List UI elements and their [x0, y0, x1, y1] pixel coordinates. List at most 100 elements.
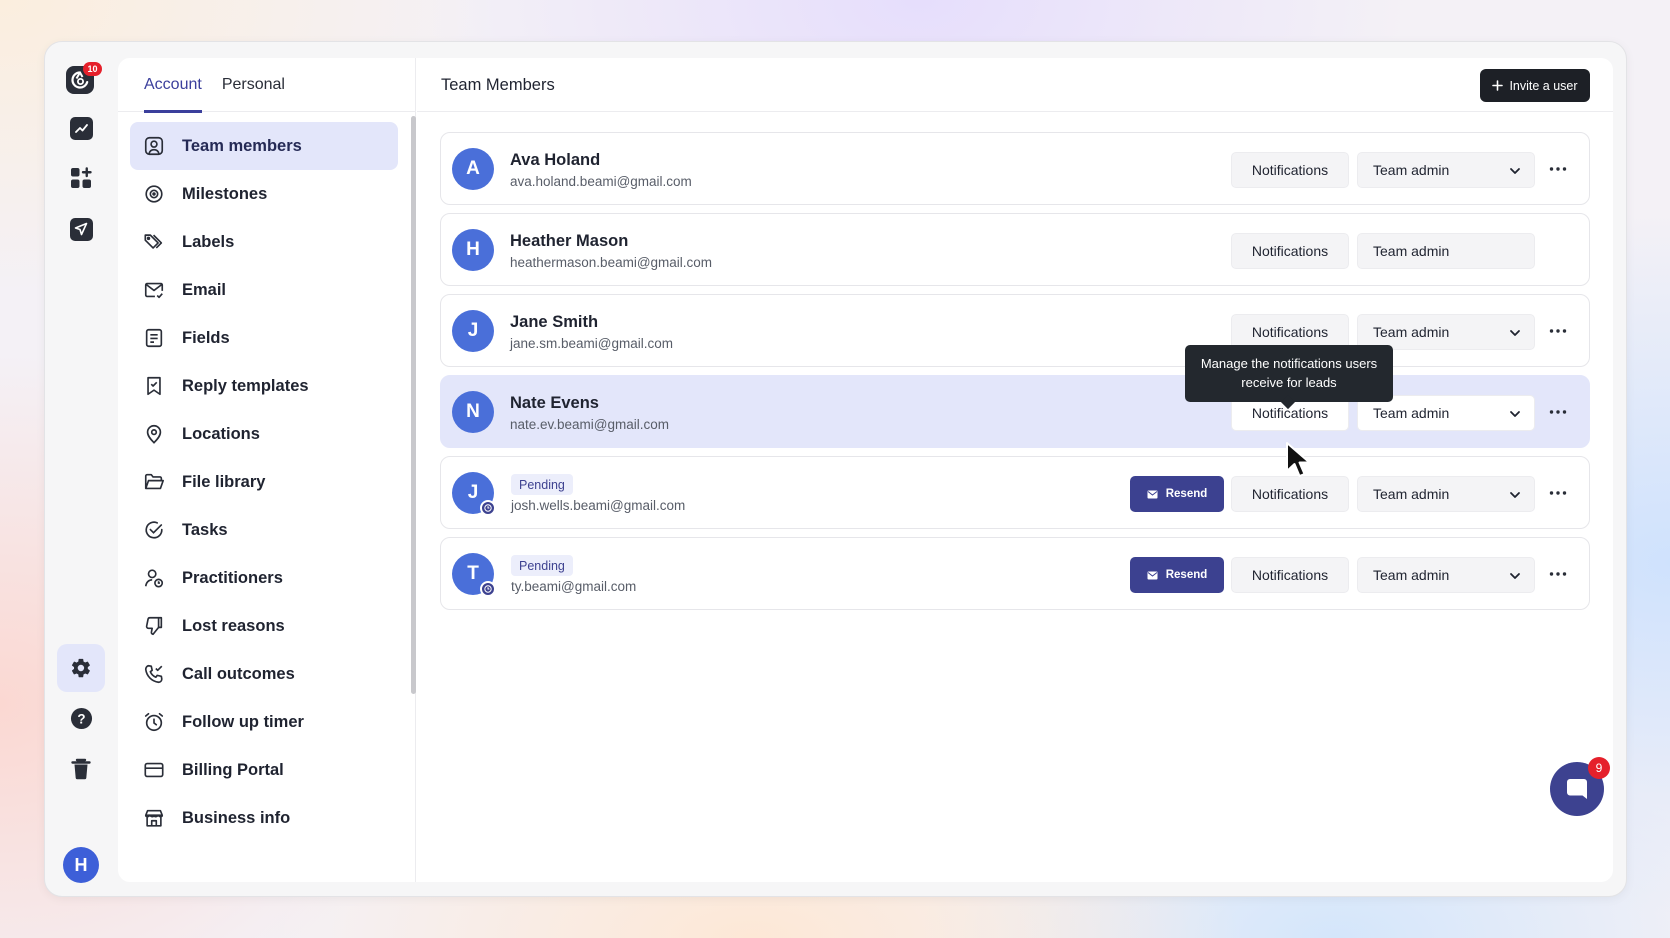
member-row: A Ava Holand ava.holand.beami@gmail.com … — [440, 132, 1590, 205]
notifications-button[interactable]: Notifications — [1231, 152, 1349, 188]
chevron-down-icon — [1510, 330, 1520, 336]
apps-icon — [71, 167, 92, 188]
store-icon — [142, 806, 166, 830]
sidebar-item-email[interactable]: Email — [130, 266, 398, 314]
form-icon — [142, 326, 166, 350]
member-avatar: J — [452, 310, 494, 352]
sidebar-item-label: Reply templates — [182, 376, 309, 395]
chevron-down-icon — [1510, 573, 1520, 579]
role-value: Team admin — [1373, 243, 1450, 259]
sidebar-item-file-library[interactable]: File library — [130, 458, 398, 506]
sidebar-item-follow-up-timer[interactable]: Follow up timer — [130, 698, 398, 746]
sidebar-item-label: Labels — [182, 232, 235, 251]
invite-user-label: Invite a user — [1509, 78, 1578, 93]
app-window: 10 ? H Account Personal Team members Mil… — [44, 41, 1627, 897]
icon-rail: 10 ? H — [45, 42, 117, 896]
sidebar-item-fields[interactable]: Fields — [130, 314, 398, 362]
pending-badge: Pending — [511, 474, 573, 495]
invite-user-button[interactable]: Invite a user — [1480, 69, 1590, 102]
more-horizontal-icon — [1549, 410, 1567, 414]
sidebar-item-label: Tasks — [182, 520, 228, 539]
more-options-button[interactable] — [1546, 564, 1570, 584]
more-options-button[interactable] — [1546, 321, 1570, 341]
target-icon — [142, 182, 166, 206]
settings-card: Account Personal Team members Milestones… — [118, 58, 1613, 882]
sidebar-item-label: Lost reasons — [182, 616, 285, 635]
notifications-button[interactable]: Notifications — [1231, 476, 1349, 512]
chevron-down-icon — [1510, 168, 1520, 174]
role-select[interactable]: Team admin — [1357, 152, 1535, 188]
member-email: ty.beami@gmail.com — [511, 579, 637, 594]
member-name: Ava Holand — [510, 151, 601, 169]
sidebar-item-practitioners[interactable]: Practitioners — [130, 554, 398, 602]
chat-icon — [1567, 779, 1587, 799]
sidebar-item-business-info[interactable]: Business info — [130, 794, 398, 842]
clock-icon — [480, 581, 496, 597]
sidebar-item-label: Follow up timer — [182, 712, 304, 731]
app-logo[interactable]: 10 — [66, 62, 102, 96]
mail-icon — [1147, 571, 1158, 579]
rail-apps-button[interactable] — [57, 154, 105, 202]
credit-card-icon — [142, 758, 166, 782]
sidebar-item-label: Locations — [182, 424, 260, 443]
member-email: nate.ev.beami@gmail.com — [510, 417, 670, 432]
rail-campaigns-button[interactable] — [57, 205, 105, 253]
sidebar-scrollbar[interactable] — [411, 116, 416, 694]
role-select[interactable]: Team admin — [1357, 476, 1535, 512]
settings-sidebar: Account Personal Team members Milestones… — [118, 58, 416, 882]
role-value: Team admin — [1373, 324, 1450, 340]
sidebar-item-billing-portal[interactable]: Billing Portal — [130, 746, 398, 794]
alarm-icon — [142, 710, 166, 734]
member-name: Nate Evens — [510, 394, 599, 412]
sidebar-item-team-members[interactable]: Team members — [130, 122, 398, 170]
tags-icon — [142, 230, 166, 254]
rail-help-button[interactable]: ? — [57, 694, 105, 742]
tab-account[interactable]: Account — [144, 58, 202, 113]
role-select[interactable]: Team admin — [1357, 557, 1535, 593]
more-options-button[interactable] — [1546, 402, 1570, 422]
rail-analytics-button[interactable] — [57, 104, 105, 152]
user-avatar[interactable]: H — [63, 847, 99, 883]
more-options-button[interactable] — [1546, 159, 1570, 179]
mail-icon — [142, 278, 166, 302]
resend-button[interactable]: Resend — [1130, 476, 1224, 512]
rail-trash-button[interactable] — [57, 745, 105, 793]
sidebar-item-label: Email — [182, 280, 227, 299]
notifications-button[interactable]: Notifications — [1231, 233, 1349, 269]
member-email: heathermason.beami@gmail.com — [510, 255, 713, 270]
resend-label: Resend — [1165, 569, 1208, 581]
sidebar-item-lost-reasons[interactable]: Lost reasons — [130, 602, 398, 650]
mail-icon — [1147, 490, 1158, 498]
sidebar-item-reply-templates[interactable]: Reply templates — [130, 362, 398, 410]
phone-check-icon — [142, 662, 166, 686]
more-horizontal-icon — [1549, 167, 1567, 171]
sidebar-item-locations[interactable]: Locations — [130, 410, 398, 458]
sidebar-item-labels[interactable]: Labels — [130, 218, 398, 266]
sidebar-item-label: Team members — [182, 136, 302, 155]
member-name: Heather Mason — [510, 232, 629, 250]
role-select[interactable]: Team admin — [1357, 233, 1535, 269]
analytics-icon — [69, 116, 93, 140]
member-name: Jane Smith — [510, 313, 599, 331]
sidebar-item-call-outcomes[interactable]: Call outcomes — [130, 650, 398, 698]
sidebar-item-label: Milestones — [182, 184, 268, 203]
rail-settings-button[interactable] — [57, 644, 105, 692]
sidebar-item-label: Fields — [182, 328, 230, 347]
sidebar-item-label: Business info — [182, 808, 291, 827]
sidebar-item-milestones[interactable]: Milestones — [130, 170, 398, 218]
notifications-button[interactable]: Notifications — [1231, 557, 1349, 593]
more-horizontal-icon — [1549, 329, 1567, 333]
resend-button[interactable]: Resend — [1130, 557, 1224, 593]
user-square-icon — [142, 134, 166, 158]
role-value: Team admin — [1373, 162, 1450, 178]
chevron-down-icon — [1510, 492, 1520, 498]
tab-personal[interactable]: Personal — [222, 58, 285, 112]
team-members-panel: Team Members Invite a user A Ava Holand … — [417, 58, 1613, 882]
trash-icon — [71, 758, 91, 780]
chat-unread-badge: 9 — [1588, 757, 1610, 779]
more-options-button[interactable] — [1546, 483, 1570, 503]
help-icon: ? — [70, 707, 92, 729]
role-value: Team admin — [1373, 567, 1450, 583]
sidebar-item-label: File library — [182, 472, 266, 491]
sidebar-item-tasks[interactable]: Tasks — [130, 506, 398, 554]
